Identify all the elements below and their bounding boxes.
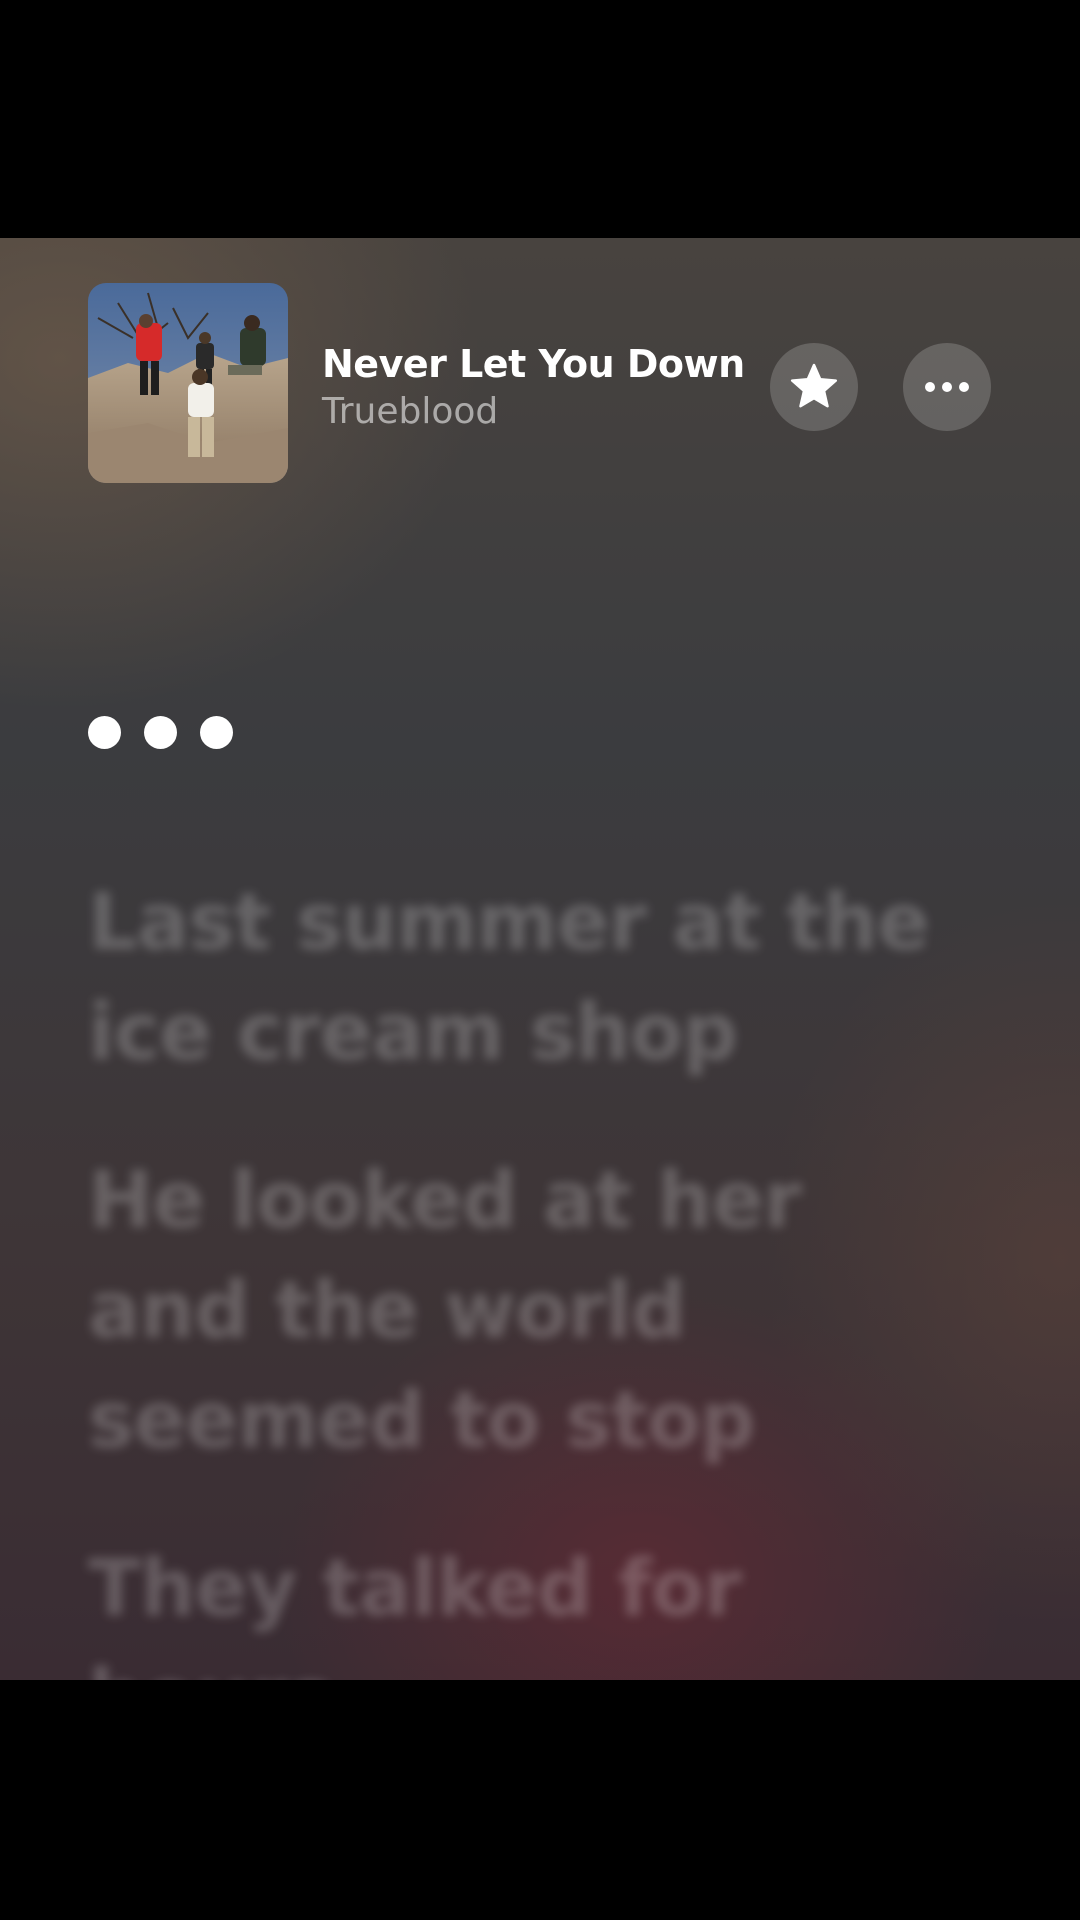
lyrics-player: Never Let You Down Trueblood Last summer… [0, 238, 1080, 1680]
now-playing-header: Never Let You Down Trueblood [88, 283, 992, 483]
favorite-button[interactable] [770, 343, 858, 431]
star-icon [790, 363, 838, 408]
screen: Never Let You Down Trueblood Last summer… [0, 0, 1080, 1920]
lyrics-list[interactable]: Last summer at the ice cream shop He loo… [88, 868, 988, 1680]
track-title: Never Let You Down [322, 342, 745, 386]
track-artist: Trueblood [322, 391, 499, 432]
interlude-dot [200, 716, 233, 749]
lyric-line[interactable]: He looked at her and the world seemed to… [88, 1146, 988, 1476]
track-meta[interactable]: Never Let You Down Trueblood [322, 341, 762, 435]
interlude-dot [88, 716, 121, 749]
instrumental-indicator [88, 716, 233, 749]
lyric-line[interactable]: They talked for hours [88, 1534, 988, 1680]
interlude-dot [144, 716, 177, 749]
album-artwork[interactable] [88, 283, 288, 483]
album-artwork-image [88, 283, 288, 483]
more-options-button[interactable] [903, 343, 991, 431]
lyric-line[interactable]: Last summer at the ice cream shop [88, 868, 988, 1088]
ellipsis-icon [925, 382, 969, 392]
